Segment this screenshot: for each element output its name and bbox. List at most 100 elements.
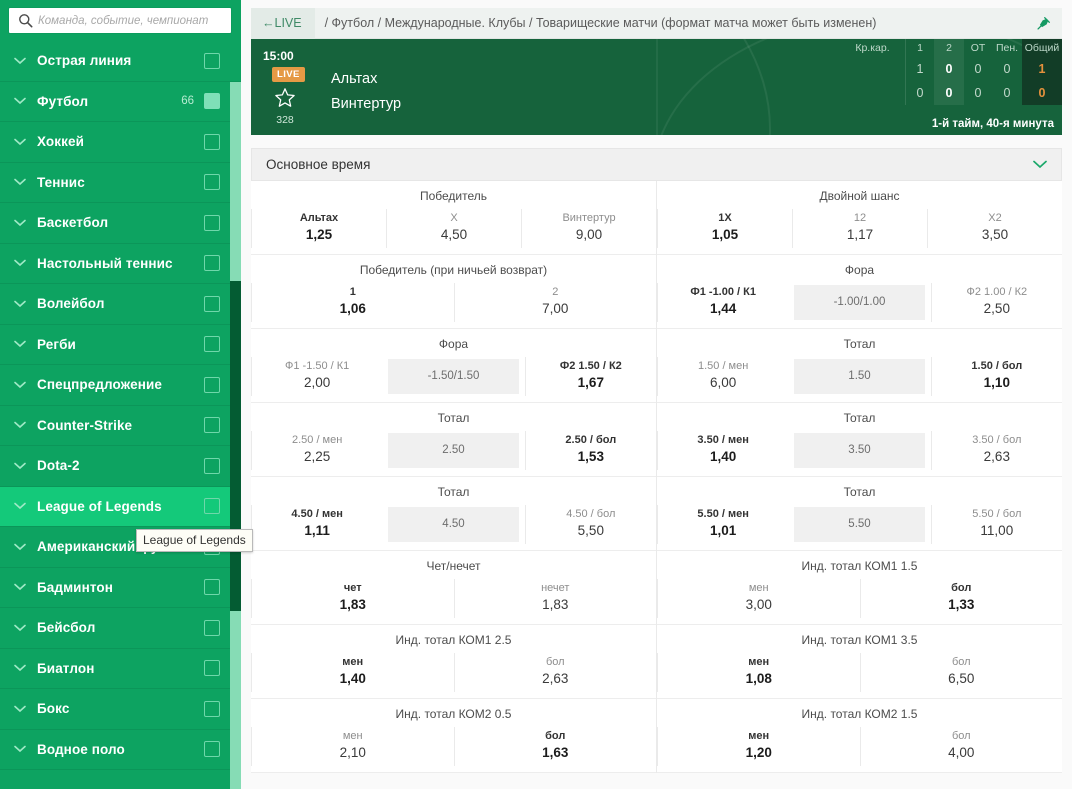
chevron-down-icon[interactable] xyxy=(13,175,27,189)
sidebar-scrollbar-track[interactable] xyxy=(230,82,241,789)
chevron-down-icon[interactable] xyxy=(13,621,27,635)
breadcrumb-live-link[interactable]: ←LIVE xyxy=(251,7,315,39)
sidebar-item-checkbox[interactable] xyxy=(204,700,220,717)
outcome-button[interactable]: Ф2 1.50 / К2 1,67 xyxy=(524,357,656,396)
chevron-down-icon[interactable] xyxy=(13,580,27,594)
outcome-button[interactable]: Ф1 -1.50 / К1 2,00 xyxy=(251,357,382,396)
sidebar-item-checkbox[interactable] xyxy=(204,133,220,150)
chevron-down-icon[interactable] xyxy=(13,135,27,149)
outcome-button[interactable]: бол 6,50 xyxy=(859,653,1063,692)
chevron-down-icon[interactable] xyxy=(13,54,27,68)
search-input[interactable] xyxy=(38,14,223,27)
sidebar-item-checkbox[interactable] xyxy=(204,457,220,474)
outcome-button[interactable]: мен 3,00 xyxy=(657,579,860,618)
outcome-button[interactable]: Ф2 1.00 / К2 2,50 xyxy=(930,283,1062,322)
chevron-down-icon[interactable] xyxy=(13,459,27,473)
sidebar-item-checkbox[interactable] xyxy=(204,214,220,231)
sidebar-item-9[interactable]: Спецпредложение xyxy=(0,365,241,406)
outcome-label: 5.50 / бол xyxy=(972,508,1022,520)
outcome-button[interactable]: мен 1,08 xyxy=(657,653,860,692)
sidebar-item-checkbox[interactable] xyxy=(204,376,220,393)
sidebar-item-8[interactable]: Регби xyxy=(0,324,241,365)
sidebar-item-17[interactable]: Бокс xyxy=(0,689,241,730)
search-box[interactable] xyxy=(9,8,231,33)
outcome-button[interactable]: 2 7,00 xyxy=(453,283,657,322)
outcome-button[interactable]: 4.50 / бол 5,50 xyxy=(524,505,656,544)
star-icon[interactable] xyxy=(274,88,296,112)
sidebar-item-10[interactable]: Counter-Strike xyxy=(0,405,241,446)
pin-icon[interactable] xyxy=(1024,8,1062,39)
outcome-button[interactable]: мен 2,10 xyxy=(251,727,454,766)
sidebar-item-checkbox[interactable] xyxy=(204,741,220,758)
outcome-button[interactable]: X 4,50 xyxy=(386,209,521,248)
chevron-down-icon[interactable] xyxy=(13,337,27,351)
sidebar-item-checkbox[interactable] xyxy=(204,93,220,110)
market-row: Инд. тотал КОМ1 2.5 мен 1,40 бол 2,63 Инд. то… xyxy=(251,625,1062,699)
sidebar-item-checkbox[interactable] xyxy=(204,579,220,596)
outcome-button[interactable]: X2 3,50 xyxy=(927,209,1062,248)
outcome-button[interactable]: 5.50 / бол 11,00 xyxy=(930,505,1062,544)
sidebar-item-7[interactable]: Волейбол xyxy=(0,284,241,325)
sidebar-item-16[interactable]: Биатлон xyxy=(0,648,241,689)
outcome-button[interactable]: чет 1,83 xyxy=(251,579,454,618)
outcome-button[interactable]: Винтертур 9,00 xyxy=(521,209,656,248)
chevron-down-icon[interactable] xyxy=(13,378,27,392)
sidebar-item-checkbox[interactable] xyxy=(204,417,220,434)
chevron-down-icon[interactable] xyxy=(13,742,27,756)
sidebar-item-3[interactable]: Хоккей xyxy=(0,122,241,163)
outcome-button[interactable]: Ф1 -1.00 / К1 1,44 xyxy=(657,283,788,322)
sidebar-item-1[interactable]: Острая линия xyxy=(0,41,241,82)
chevron-down-icon[interactable] xyxy=(13,216,27,230)
outcome-button[interactable]: мен 1,20 xyxy=(657,727,860,766)
sidebar-item-2[interactable]: Футбол 66 xyxy=(0,81,241,122)
outcome-button[interactable]: 3.50 / бол 2,63 xyxy=(930,431,1062,470)
sidebar-item-6[interactable]: Настольный теннис xyxy=(0,243,241,284)
score-r2-c3: 0 xyxy=(934,81,964,105)
outcome-button[interactable]: 12 1,17 xyxy=(792,209,927,248)
chevron-down-icon[interactable] xyxy=(13,540,27,554)
outcome-button[interactable]: 2.50 / бол 1,53 xyxy=(524,431,656,470)
outcome-button[interactable]: бол 1,33 xyxy=(859,579,1063,618)
chevron-down-icon[interactable] xyxy=(13,499,27,513)
sidebar-item-checkbox[interactable] xyxy=(204,619,220,636)
chevron-down-icon[interactable] xyxy=(13,418,27,432)
outcome-button[interactable]: 5.50 / мен 1,01 xyxy=(657,505,788,544)
chevron-down-icon[interactable] xyxy=(13,297,27,311)
sidebar-item-checkbox[interactable] xyxy=(204,660,220,677)
sidebar-item-4[interactable]: Теннис xyxy=(0,162,241,203)
sidebar-item-15[interactable]: Бейсбол xyxy=(0,608,241,649)
score-r2-c1 xyxy=(840,81,906,105)
outcome-button[interactable]: 1.50 / мен 6,00 xyxy=(657,357,788,396)
outcome-button[interactable]: нечет 1,83 xyxy=(453,579,657,618)
outcome-button[interactable]: 3.50 / мен 1,40 xyxy=(657,431,788,470)
outcome-button[interactable]: 4.50 / мен 1,11 xyxy=(251,505,382,544)
section-header-main-time[interactable]: Основное время xyxy=(251,148,1062,181)
outcome-button[interactable]: Альтах 1,25 xyxy=(251,209,386,248)
outcome-button[interactable]: 1 1,06 xyxy=(251,283,454,322)
sidebar-item-checkbox[interactable] xyxy=(204,336,220,353)
sidebar-item-5[interactable]: Баскетбол xyxy=(0,203,241,244)
sidebar-item-11[interactable]: Dota-2 xyxy=(0,446,241,487)
sidebar-scrollbar-thumb[interactable] xyxy=(230,281,241,611)
outcome-button[interactable]: бол 4,00 xyxy=(859,727,1063,766)
outcome-button[interactable]: 1.50 / бол 1,10 xyxy=(930,357,1062,396)
sidebar-item-checkbox[interactable] xyxy=(204,295,220,312)
outcome-button[interactable]: мен 1,40 xyxy=(251,653,454,692)
chevron-down-icon[interactable] xyxy=(13,256,27,270)
sidebar-item-checkbox[interactable] xyxy=(204,255,220,272)
sidebar-item-checkbox[interactable] xyxy=(204,52,220,69)
outcome-button[interactable]: бол 2,63 xyxy=(453,653,657,692)
chevron-down-icon[interactable] xyxy=(13,661,27,675)
chevron-down-icon[interactable] xyxy=(13,94,27,108)
sidebar-item-checkbox[interactable] xyxy=(204,174,220,191)
sidebar-item-18[interactable]: Водное поло xyxy=(0,729,241,770)
outcome-button[interactable]: 2.50 / мен 2,25 xyxy=(251,431,382,470)
chevron-down-icon[interactable] xyxy=(13,702,27,716)
chevron-down-icon[interactable] xyxy=(1033,156,1047,174)
sidebar-item-checkbox[interactable] xyxy=(204,498,220,515)
sidebar-item-14[interactable]: Бадминтон xyxy=(0,567,241,608)
sidebar-item-12[interactable]: League of Legends xyxy=(0,486,241,527)
match-teams[interactable]: Альтах Винтертур xyxy=(331,39,401,135)
outcome-button[interactable]: 1X 1,05 xyxy=(657,209,792,248)
outcome-button[interactable]: бол 1,63 xyxy=(453,727,657,766)
